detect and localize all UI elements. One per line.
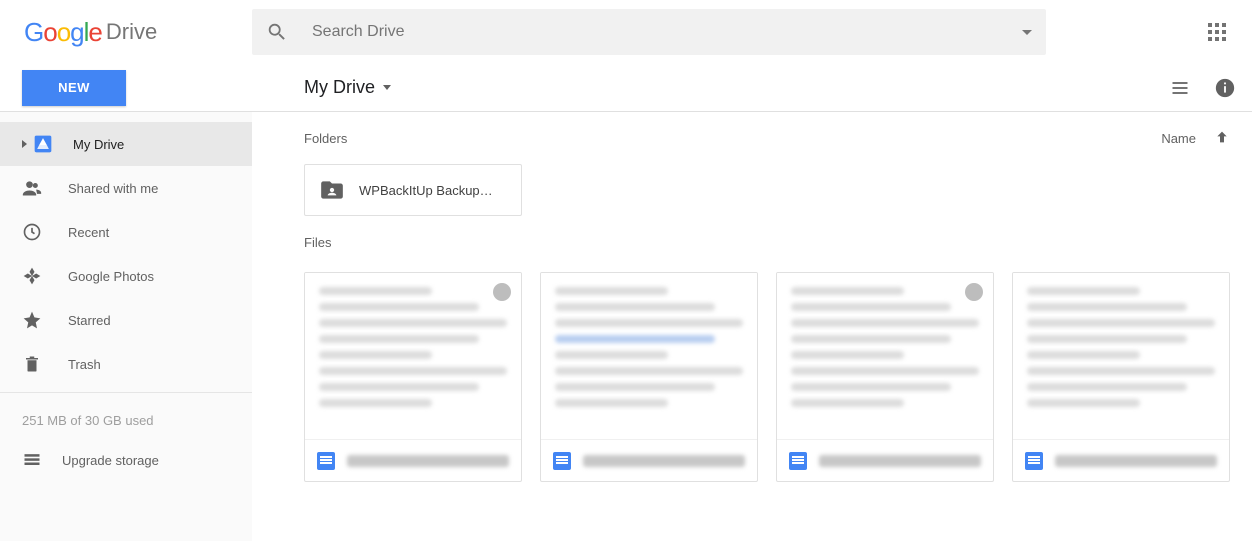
clock-icon bbox=[22, 222, 42, 242]
files-heading: Files bbox=[304, 235, 331, 250]
folders-heading: Folders bbox=[304, 131, 347, 146]
chevron-right-icon bbox=[22, 140, 27, 148]
drive-icon bbox=[33, 134, 53, 154]
chevron-down-icon bbox=[383, 85, 391, 90]
file-card[interactable] bbox=[304, 272, 522, 482]
file-title bbox=[347, 455, 509, 467]
sidebar-item-label: Recent bbox=[68, 225, 109, 240]
badge-icon bbox=[493, 283, 511, 301]
sort-label[interactable]: Name bbox=[1161, 131, 1196, 146]
list-view-icon[interactable] bbox=[1170, 78, 1190, 98]
google-logo: Google bbox=[24, 17, 102, 48]
search-options-caret-icon[interactable] bbox=[1022, 30, 1032, 35]
google-doc-icon bbox=[789, 452, 807, 470]
sidebar-item-label: Trash bbox=[68, 357, 101, 372]
sidebar-item-trash[interactable]: Trash bbox=[0, 342, 252, 386]
search-icon bbox=[266, 21, 288, 43]
upgrade-label: Upgrade storage bbox=[62, 453, 159, 468]
file-title bbox=[1055, 455, 1217, 467]
sidebar-item-label: Google Photos bbox=[68, 269, 154, 284]
sidebar-item-shared-with-me[interactable]: Shared with me bbox=[0, 166, 252, 210]
people-icon bbox=[22, 178, 42, 198]
file-card[interactable] bbox=[540, 272, 758, 482]
sidebar-item-google-photos[interactable]: Google Photos bbox=[0, 254, 252, 298]
file-card[interactable] bbox=[776, 272, 994, 482]
file-card[interactable] bbox=[1012, 272, 1230, 482]
breadcrumb-label: My Drive bbox=[304, 77, 375, 98]
file-preview bbox=[1013, 273, 1229, 439]
sidebar-item-my-drive[interactable]: My Drive bbox=[0, 122, 252, 166]
photos-icon bbox=[22, 266, 42, 286]
storage-usage: 251 MB of 30 GB used bbox=[0, 393, 252, 428]
star-icon bbox=[22, 310, 42, 330]
search-input[interactable] bbox=[312, 23, 1022, 41]
sidebar-item-label: Starred bbox=[68, 313, 111, 328]
trash-icon bbox=[22, 354, 42, 374]
upgrade-storage[interactable]: Upgrade storage bbox=[0, 428, 252, 470]
folder-item[interactable]: WPBackItUp Backup… bbox=[304, 164, 522, 216]
google-doc-icon bbox=[317, 452, 335, 470]
file-title bbox=[583, 455, 745, 467]
new-button[interactable]: NEW bbox=[22, 70, 126, 106]
google-doc-icon bbox=[553, 452, 571, 470]
sidebar: My Drive Shared with me Recent Google Photo… bbox=[0, 112, 252, 541]
sidebar-item-label: My Drive bbox=[73, 137, 124, 152]
search-box[interactable] bbox=[252, 9, 1046, 55]
file-title bbox=[819, 455, 981, 467]
product-name: Drive bbox=[106, 19, 157, 45]
main-content: Folders Name WPBackItUp Backup… Files bbox=[252, 112, 1252, 541]
google-doc-icon bbox=[1025, 452, 1043, 470]
file-preview bbox=[777, 273, 993, 439]
sidebar-item-starred[interactable]: Starred bbox=[0, 298, 252, 342]
folder-name: WPBackItUp Backup… bbox=[359, 183, 493, 198]
breadcrumb[interactable]: My Drive bbox=[252, 77, 391, 98]
header: Google Drive bbox=[0, 0, 1252, 64]
apps-grid-icon[interactable] bbox=[1208, 23, 1226, 41]
file-preview bbox=[541, 273, 757, 439]
shared-folder-icon bbox=[319, 177, 345, 203]
sidebar-item-label: Shared with me bbox=[68, 181, 158, 196]
toolbar: NEW My Drive bbox=[0, 64, 1252, 112]
sort-arrow-up-icon[interactable] bbox=[1214, 129, 1230, 148]
file-preview bbox=[305, 273, 521, 439]
storage-icon bbox=[22, 450, 42, 470]
info-icon[interactable] bbox=[1214, 77, 1236, 99]
badge-icon bbox=[965, 283, 983, 301]
logo[interactable]: Google Drive bbox=[24, 17, 252, 48]
sidebar-item-recent[interactable]: Recent bbox=[0, 210, 252, 254]
